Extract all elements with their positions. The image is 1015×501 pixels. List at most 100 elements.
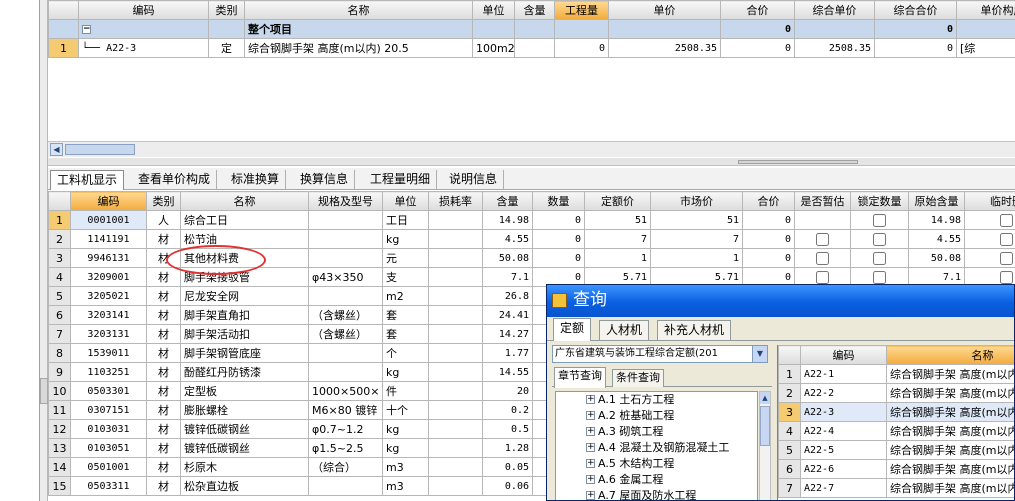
result-row[interactable]: 3A22-3综合钢脚手架 高度(m以内) 20 [778, 402, 1014, 422]
del-checkbox[interactable] [1000, 213, 1013, 227]
cell-content[interactable]: 50.08 [482, 248, 533, 268]
cell-name[interactable]: 综合工日 [180, 210, 309, 230]
cell-content[interactable]: 14.55 [482, 362, 533, 382]
group-row[interactable]: − 整个项目 0 0 [48, 19, 1015, 39]
result-name[interactable]: 综合钢脚手架 高度(m以内) 60 [886, 478, 1014, 498]
cell-qty[interactable]: 0 [532, 229, 585, 249]
del-cell[interactable] [964, 248, 1015, 268]
result-code[interactable]: A22-1 [800, 364, 887, 384]
pane-splitter[interactable] [48, 158, 1015, 166]
collapse-toggle[interactable]: − [82, 25, 91, 34]
cell-content[interactable]: 14.27 [482, 324, 533, 344]
cell-market[interactable]: 7 [650, 229, 743, 249]
column-header[interactable]: 名称 [244, 0, 473, 20]
cell-market[interactable]: 51 [650, 210, 743, 230]
column-header[interactable]: 含量 [482, 191, 533, 211]
tree-item[interactable]: + A.2 桩基础工程 [556, 408, 757, 424]
column-header[interactable]: 单位 [472, 0, 515, 20]
cell-content[interactable]: 26.8 [482, 286, 533, 306]
cell-name[interactable]: 尼龙安全网 [180, 286, 309, 306]
cell-orig[interactable]: 14.98 [908, 210, 965, 230]
column-header[interactable]: 单位 [382, 191, 429, 211]
column-header[interactable]: 工程量 [554, 0, 609, 20]
result-row[interactable]: 1A22-1综合钢脚手架 高度(m以内) 4 [778, 364, 1014, 384]
cell-name[interactable]: 定型板 [180, 381, 309, 401]
query-mode-tab-0[interactable]: 章节查询 [554, 367, 606, 388]
tab-0[interactable]: 工料机显示 [50, 170, 125, 190]
table-row[interactable]: 1 0001001 人综合工日 工日 14.98 0 51 51 0 14.98 [48, 210, 1015, 230]
cell-name[interactable]: 脚手架接驳管 [180, 267, 309, 287]
quantity-input[interactable]: 0 [554, 38, 609, 58]
scrollbar-thumb[interactable] [760, 406, 770, 446]
cell-total[interactable]: 0 [742, 210, 795, 230]
chevron-down-icon[interactable]: ▼ [752, 346, 767, 362]
scroll-up-icon[interactable]: ▲ [760, 392, 770, 404]
column-header[interactable]: 单价 [608, 0, 721, 20]
cell-quota[interactable]: 1 [584, 248, 651, 268]
cell-total[interactable]: 0 [742, 229, 795, 249]
query-mode-tab-1[interactable]: 条件查询 [612, 369, 664, 387]
column-header[interactable]: 综合合价 [874, 0, 957, 20]
column-header[interactable]: 定额价 [584, 191, 651, 211]
result-code[interactable]: A22-2 [800, 383, 887, 403]
dialog-tab-2[interactable]: 补充人材机 [657, 320, 732, 340]
expand-plus-icon[interactable]: + [586, 395, 595, 404]
scrollbar-thumb[interactable] [65, 144, 135, 155]
column-header[interactable] [48, 0, 79, 20]
column-header[interactable]: 规格及型号 [308, 191, 383, 211]
cell-qty[interactable]: 0 [532, 210, 585, 230]
column-header[interactable]: 合价 [742, 191, 795, 211]
del-checkbox[interactable] [1000, 232, 1013, 246]
cell-orig[interactable]: 4.55 [908, 229, 965, 249]
expand-plus-icon[interactable]: + [586, 459, 595, 468]
left-pane-scrollbar[interactable] [40, 0, 48, 501]
cell-qty[interactable]: 0 [532, 248, 585, 268]
del-checkbox[interactable] [1000, 251, 1013, 265]
lock-cell[interactable] [850, 210, 909, 230]
result-code[interactable]: A22-6 [800, 459, 887, 479]
column-header[interactable]: 名称 [886, 345, 1014, 365]
tree-scrollbar[interactable]: ▲ [759, 391, 771, 500]
cell-content[interactable]: 1.28 [482, 438, 533, 458]
result-row[interactable]: 5A22-5综合钢脚手架 高度(m以内) 40 [778, 440, 1014, 460]
del-cell[interactable] [964, 210, 1015, 230]
cell-market[interactable]: 1 [650, 248, 743, 268]
est-cell[interactable] [794, 210, 851, 230]
dialog-tab-0[interactable]: 定额 [553, 318, 592, 341]
tree-item[interactable]: + A.6 金属工程 [556, 472, 757, 488]
cell-orig[interactable]: 50.08 [908, 248, 965, 268]
result-row[interactable]: 6A22-6综合钢脚手架 高度(m以内) 50 [778, 459, 1014, 479]
column-header[interactable]: 锁定数量 [850, 191, 909, 211]
expand-plus-icon[interactable]: + [586, 443, 595, 452]
item-name[interactable]: 综合钢脚手架 高度(m以内) 20.5 [244, 38, 473, 58]
tab-1[interactable]: 查看单价构成 [132, 170, 218, 190]
scrollbar-thumb[interactable] [40, 378, 48, 404]
quota-code[interactable]: └── A22-3 [78, 38, 209, 58]
cell-content[interactable]: 1.77 [482, 343, 533, 363]
column-header[interactable]: 原始含量 [908, 191, 965, 211]
lock-checkbox[interactable] [873, 270, 886, 284]
column-header[interactable] [778, 345, 801, 365]
column-header[interactable]: 类别 [208, 0, 245, 20]
est-checkbox[interactable] [816, 270, 829, 284]
tab-4[interactable]: 工程量明细 [364, 170, 438, 190]
lock-cell[interactable] [850, 229, 909, 249]
result-row[interactable]: 7A22-7综合钢脚手架 高度(m以内) 60 [778, 478, 1014, 498]
table-row[interactable]: 2 1141191 材松节油 kg 4.55 0 7 7 0 4.55 [48, 229, 1015, 249]
lock-checkbox[interactable] [873, 232, 886, 246]
cell-name[interactable]: 酚醛红丹防锈漆 [180, 362, 309, 382]
column-header[interactable]: 市场价 [650, 191, 743, 211]
expand-plus-icon[interactable]: + [586, 475, 595, 484]
result-name[interactable]: 综合钢脚手架 高度(m以内) 20 [886, 402, 1014, 422]
column-header[interactable]: 名称 [180, 191, 309, 211]
result-name[interactable]: 综合钢脚手架 高度(m以内) 30 [886, 421, 1014, 441]
lock-cell[interactable] [850, 248, 909, 268]
tree-item[interactable]: + A.7 屋面及防水工程 [556, 488, 757, 500]
column-header[interactable]: 综合单价 [794, 0, 875, 20]
cell-name[interactable]: 松杂直边板 [180, 476, 309, 496]
del-checkbox[interactable] [1000, 270, 1013, 284]
result-code[interactable]: A22-3 [800, 402, 887, 422]
result-row[interactable]: 2A22-2综合钢脚手架 高度(m以内) 12 [778, 383, 1014, 403]
expand-plus-icon[interactable]: + [586, 427, 595, 436]
result-name[interactable]: 综合钢脚手架 高度(m以内) 50 [886, 459, 1014, 479]
